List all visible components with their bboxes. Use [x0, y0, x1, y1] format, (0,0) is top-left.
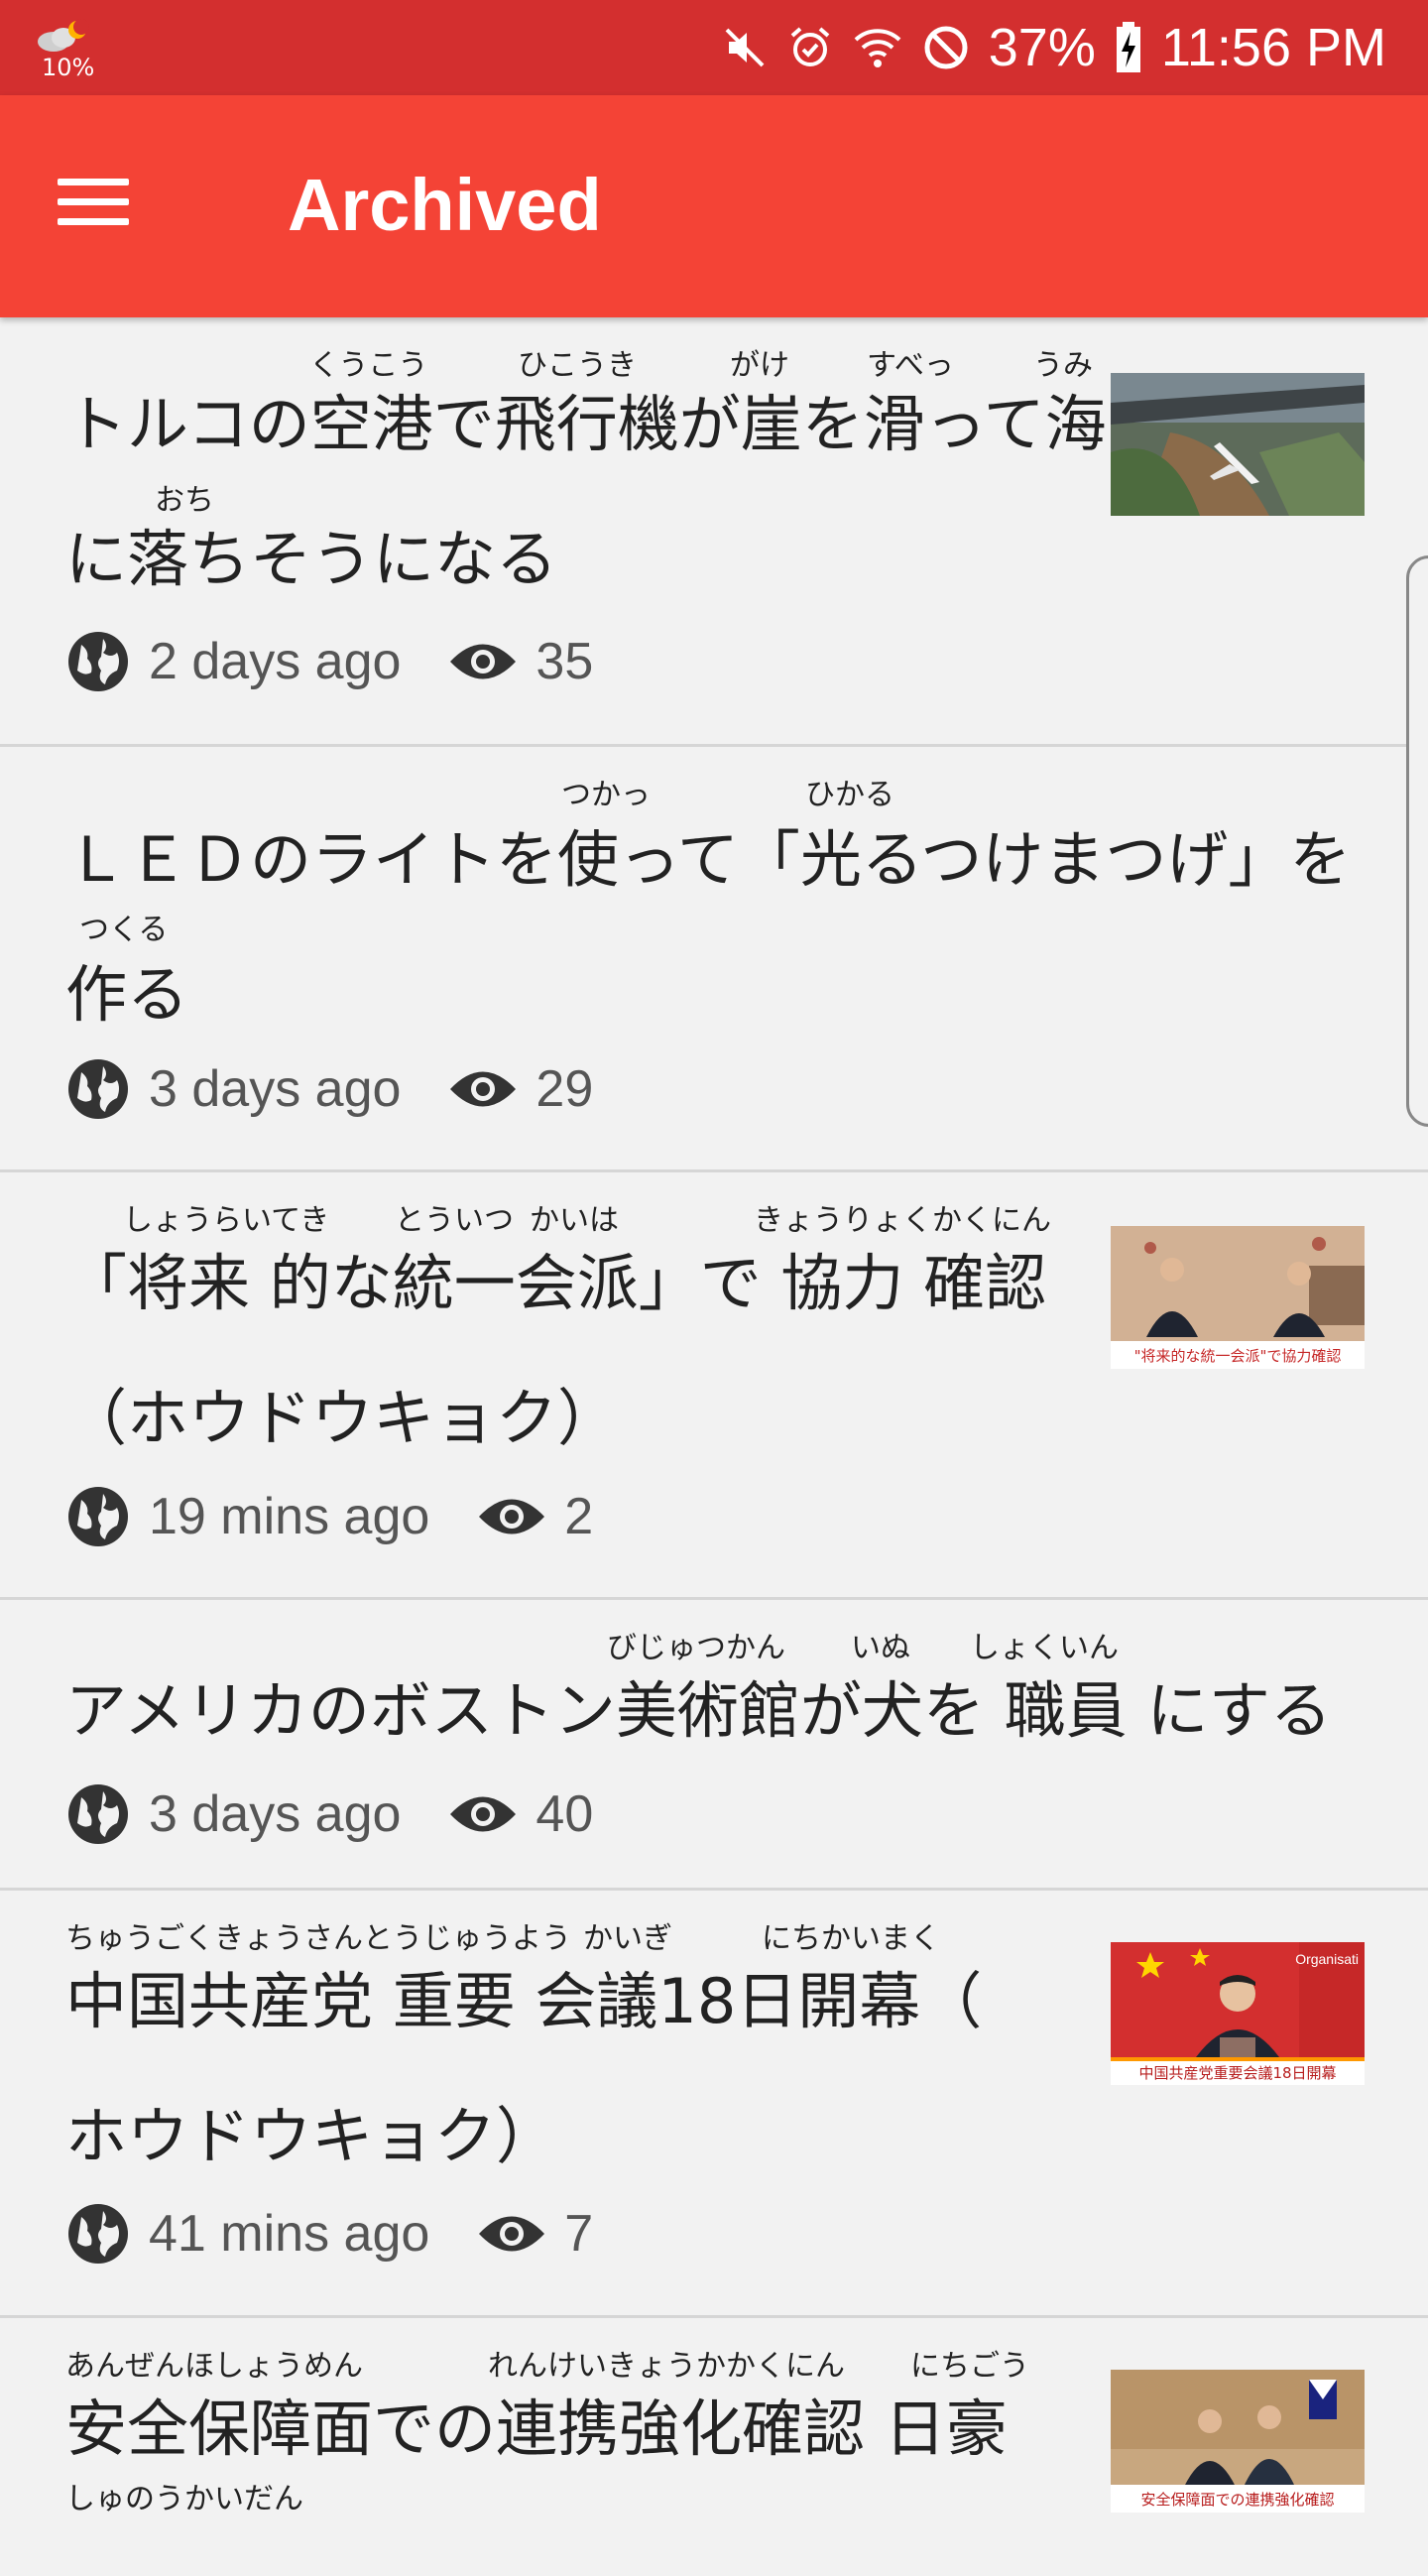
list-item[interactable]: 中国共産党 重要 会議18日開幕（ ホウドウキョク） ちゅうごくきょうさんとうじ…: [0, 1891, 1428, 2318]
ruby: つかっ: [561, 778, 651, 812]
ruby: がけ: [730, 348, 789, 383]
globe-icon: [68, 632, 128, 691]
ruby: にちごう: [910, 2349, 1029, 2384]
alarm-icon: [790, 27, 830, 66]
ruby: うみ: [1033, 348, 1093, 383]
ruby: あんぜんほしょうめん: [65, 2349, 363, 2384]
wifi-icon: [854, 29, 901, 67]
eye-icon: [479, 1499, 545, 1534]
list-item[interactable]: 安全保障面での連携強化確認 日豪 あんぜんほしょうめん れんけいきょうかかくにん…: [0, 2318, 1428, 2576]
headline-line-1: ＬＥＤのライトを使って「光るつけまつげ」を: [65, 823, 1352, 896]
ruby: すべっ: [867, 348, 954, 383]
ruby: かいぎ: [583, 1921, 672, 1956]
status-bar: 10% 37% 11:56 PM: [0, 0, 1428, 95]
headline-line-2: 作る: [65, 958, 189, 1031]
headline[interactable]: ＬＥＤのライトを使って「光るつけまつげ」を 作る: [65, 793, 1351, 1062]
view-count: 35: [536, 633, 594, 690]
headline[interactable]: トルコの空港で飛行機が崖を滑って海 に落ちそうになる: [65, 357, 1107, 627]
weather-percent: 10%: [42, 54, 95, 81]
eye-icon: [479, 2216, 545, 2252]
view-count: 29: [536, 1060, 594, 1118]
ruby: びじゅつかん: [607, 1631, 785, 1665]
ruby: ひこうき: [518, 348, 637, 383]
timestamp: 41 mins ago: [149, 2205, 430, 2263]
thumbnail-china-leader-speech[interactable]: Organisati 中国共産党重要会議18日開幕: [1111, 1942, 1365, 2085]
timestamp: 3 days ago: [149, 1785, 402, 1843]
ruby: しゅのうかいだん: [65, 2482, 303, 2516]
thumbnail-caption: 安全保障面での連携強化確認: [1140, 2491, 1334, 2509]
thumbnail-leaders-handshake[interactable]: 安全保障面での連携強化確認: [1111, 2370, 1365, 2513]
timestamp: 2 days ago: [149, 633, 402, 690]
ruby: ちゅうごくきょうさんとうじゅうよう: [65, 1921, 571, 1956]
ruby: れんけいきょうかかくにん: [488, 2349, 845, 2384]
item-meta: 3 days ago 40: [67, 1782, 593, 1846]
view-count: 40: [536, 1785, 594, 1843]
thumbnail-politicians-meeting[interactable]: "将来的な統一会派"で協力確認: [1111, 1226, 1365, 1369]
eye-icon: [450, 644, 517, 679]
clock: 11:56 PM: [1160, 18, 1386, 77]
item-meta: 41 mins ago 7: [67, 2202, 593, 2266]
page-title: Archived: [288, 164, 602, 246]
headline-line-2: （ホウドウキョク）: [65, 1382, 620, 1454]
view-count: 2: [564, 1488, 594, 1545]
ruby: きょうりょくかくにん: [754, 1203, 1051, 1238]
thumbnail-runway-cliff-plane[interactable]: [1111, 373, 1365, 516]
block-icon: [924, 26, 968, 69]
ruby: かいは: [530, 1203, 619, 1238]
ruby: とういつ: [395, 1203, 514, 1238]
list-item[interactable]: ＬＥＤのライトを使って「光るつけまつげ」を 作る つかっ ひかる つくる 3 d…: [0, 747, 1428, 1172]
globe-icon: [68, 1059, 128, 1119]
eye-icon: [450, 1796, 517, 1832]
ruby: しょうらいてき: [123, 1203, 330, 1238]
ruby: ひかる: [805, 778, 894, 812]
mute-icon: [725, 28, 765, 67]
timestamp: 19 mins ago: [149, 1488, 430, 1545]
ruby: いぬ: [851, 1631, 910, 1665]
thumbnail-caption: 中国共産党重要会議18日開幕: [1138, 2064, 1336, 2082]
thumbnail-caption: "将来的な統一会派"で協力確認: [1134, 1347, 1342, 1365]
list-item[interactable]: トルコの空港で飛行機が崖を滑って海 に落ちそうになる くうこう ひこうき がけ …: [0, 317, 1428, 747]
list-item[interactable]: アメリカのボストン美術館が犬を 職員 にする びじゅつかん いぬ しょくいん 3…: [0, 1600, 1428, 1891]
ruby: しょくいん: [970, 1631, 1119, 1665]
headline-line-2: ホウドウキョク）: [65, 2100, 558, 2172]
eye-icon: [450, 1071, 517, 1107]
ruby: にちかいまく: [762, 1921, 940, 1956]
headline-line-2: に落ちそうになる: [65, 523, 558, 595]
app-bar: Archived: [0, 95, 1428, 317]
battery-percent: 37%: [988, 18, 1096, 77]
globe-icon: [68, 1784, 128, 1844]
timestamp: 3 days ago: [149, 1060, 402, 1118]
weather-icon: 10%: [32, 18, 101, 81]
thumbnail-overlay-text: Organisati: [1295, 1951, 1359, 1967]
ruby: くうこう: [309, 348, 428, 383]
list-item[interactable]: 「将来 的な統一会派」で 協力 確認 （ホウドウキョク） しょうらいてき とうい…: [0, 1172, 1428, 1600]
globe-icon: [68, 2204, 128, 2264]
headline[interactable]: 「将来 的な統一会派」で 協力 確認 （ホウドウキョク）: [65, 1216, 1046, 1486]
menu-icon[interactable]: [54, 173, 133, 232]
item-meta: 3 days ago 29: [67, 1057, 593, 1121]
headline[interactable]: 中国共産党 重要 会議18日開幕（ ホウドウキョク）: [65, 1934, 982, 2204]
ruby: おち: [155, 483, 214, 518]
globe-icon: [68, 1487, 128, 1546]
edge-panel-handle[interactable]: [1406, 555, 1428, 1127]
item-meta: 2 days ago 35: [67, 630, 593, 693]
view-count: 7: [564, 2205, 594, 2263]
battery-charging-icon: [1116, 22, 1140, 72]
item-meta: 19 mins ago 2: [67, 1485, 593, 1548]
ruby: つくる: [79, 913, 169, 947]
